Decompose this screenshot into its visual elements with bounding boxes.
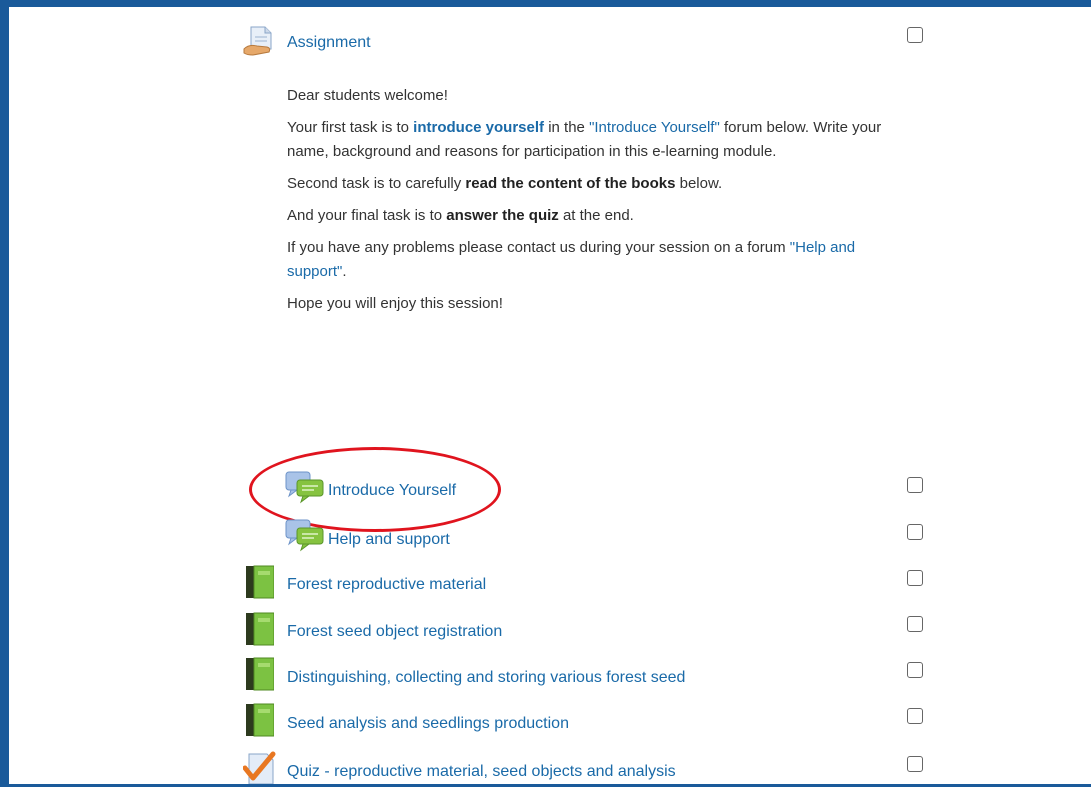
introduce-yourself-emphasis: introduce yourself [413,119,545,136]
assignment-icon [243,25,277,62]
top-border [0,0,1091,7]
answer-quiz-emphasis: answer the quiz [446,207,559,224]
task-one-text: Your first task is to introduce yourself… [287,116,907,164]
task-two-text: Second task is to carefully read the con… [287,172,907,196]
support-suffix: . [342,263,347,280]
task-one-prefix: Your first task is to [287,119,414,136]
distinguishing-forest-seed-link[interactable]: Distinguishing, collecting and storing v… [287,669,685,687]
help-and-support-completion-checkbox[interactable] [907,524,923,540]
seed-analysis-link[interactable]: Seed analysis and seedlings production [287,715,569,733]
left-border [0,0,9,787]
introduce-yourself-completion-checkbox[interactable] [907,477,923,493]
book-icon [246,657,275,696]
book-icon [246,703,275,742]
task-one-mid: in the [544,119,590,136]
book-icon [246,565,275,604]
assignment-completion-checkbox[interactable] [907,27,923,43]
seed-analysis-completion-checkbox[interactable] [907,708,923,724]
support-text: If you have any problems please contact … [287,236,907,284]
support-prefix: If you have any problems please contact … [287,239,790,256]
book-icon [246,612,275,651]
distinguishing-forest-seed-completion-checkbox[interactable] [907,662,923,678]
task-three-prefix: And your final task is to [287,207,447,224]
read-books-emphasis: read the content of the books [465,175,676,192]
help-and-support-link[interactable]: Help and support [328,531,450,549]
quiz-link[interactable]: Quiz - reproductive material, seed objec… [287,763,676,781]
task-three-text: And your final task is to answer the qui… [287,204,907,228]
task-two-suffix: below. [675,175,723,192]
forest-seed-object-registration-link[interactable]: Forest seed object registration [287,623,502,641]
greeting-text: Dear students welcome! [287,87,448,104]
task-three-suffix: at the end. [558,207,634,224]
assignment-link[interactable]: Assignment [287,34,371,52]
forest-reproductive-material-completion-checkbox[interactable] [907,570,923,586]
closing-text: Hope you will enjoy this session! [287,295,503,312]
assignment-description: Dear students welcome! Your first task i… [287,84,907,316]
forest-reproductive-material-link[interactable]: Forest reproductive material [287,576,486,594]
forum-icon [285,518,325,557]
task-two-prefix: Second task is to carefully [287,175,466,192]
introduce-yourself-inline-link[interactable]: "Introduce Yourself" [589,119,720,136]
quiz-completion-checkbox[interactable] [907,756,923,772]
forest-seed-object-registration-completion-checkbox[interactable] [907,616,923,632]
